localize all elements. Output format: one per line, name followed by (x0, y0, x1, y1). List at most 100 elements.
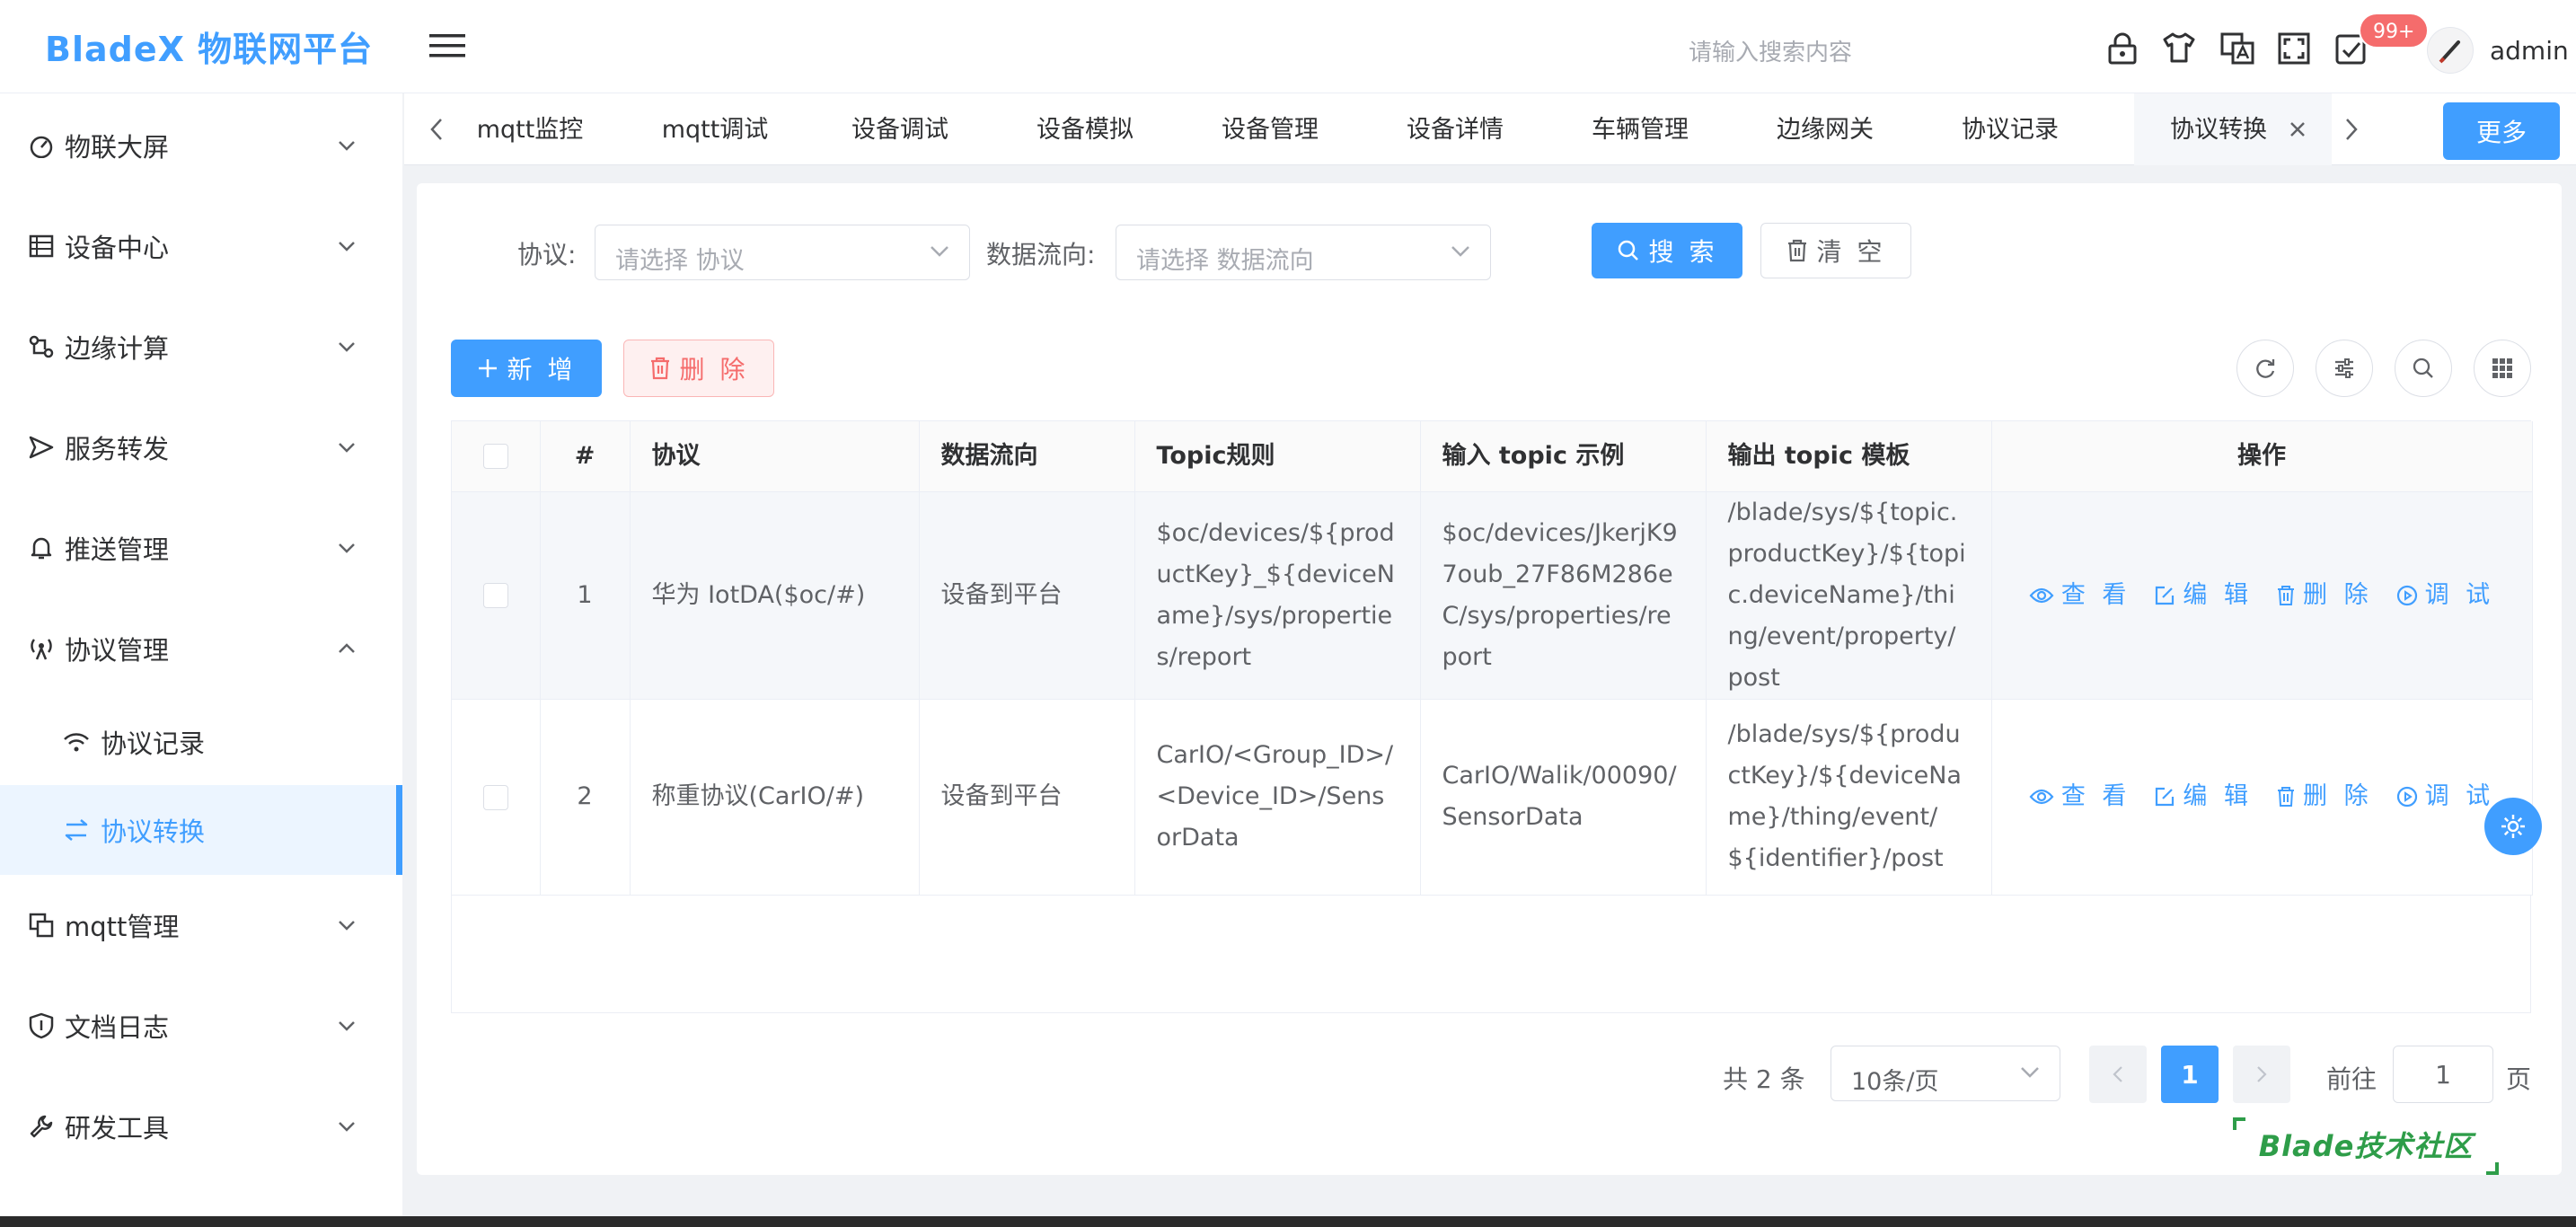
close-icon[interactable] (2289, 120, 2307, 138)
top-header: BladeX 物联网平台 请输入搜索内容 99+ admin (0, 0, 2576, 93)
sidebar-item-dashboard[interactable]: 物联大屏 (0, 101, 402, 190)
search-icon (1617, 239, 1640, 262)
tab-mqtt-monitor[interactable]: mqtt监控 (456, 93, 604, 165)
column-header: Topic规则 (1134, 421, 1421, 492)
sidebar-item-protocol-transform[interactable]: 协议转换 (0, 785, 402, 875)
page-number-button[interactable]: 1 (2161, 1046, 2219, 1103)
watermark-corner (2233, 1117, 2245, 1130)
select-all-checkbox[interactable] (482, 444, 508, 470)
next-page-button[interactable] (2233, 1046, 2290, 1103)
tab-device-simulate[interactable]: 设备模拟 (1011, 93, 1159, 165)
tab-device-management[interactable]: 设备管理 (1196, 93, 1344, 165)
sidebar-item-service-forward[interactable]: 服务转发 (0, 402, 402, 492)
chevron-down-icon (338, 341, 356, 352)
row-checkbox[interactable] (482, 583, 508, 608)
delete-button[interactable]: 删 除 (2276, 575, 2373, 616)
tab-protocol-records[interactable]: 协议记录 (1936, 93, 2084, 165)
tab-edge-gateway[interactable]: 边缘网关 (1751, 93, 1899, 165)
goto-page-input[interactable] (2393, 1046, 2493, 1103)
chevron-down-icon (338, 920, 356, 931)
refresh-icon (2254, 357, 2277, 380)
select-all-cell (452, 421, 541, 492)
debug-button[interactable]: 调 试 (2396, 776, 2495, 817)
edge-compute-icon (29, 334, 54, 359)
edit-button[interactable]: 编 辑 (2154, 575, 2253, 616)
column-settings-button[interactable] (2316, 340, 2373, 397)
grid-icon (2492, 358, 2513, 379)
notification-badge: 99+ (2359, 13, 2430, 49)
tab-device-debug[interactable]: 设备调试 (826, 93, 974, 165)
trash-icon (2276, 786, 2296, 808)
tab-mqtt-debug[interactable]: mqtt调试 (641, 93, 789, 165)
column-header: 输入 topic 示例 (1420, 421, 1707, 492)
sidebar-item-device-center[interactable]: 设备中心 (0, 201, 402, 291)
add-button[interactable]: 新 增 (451, 340, 602, 397)
mqtt-icon (29, 913, 54, 938)
tab-device-detail[interactable]: 设备详情 (1381, 93, 1529, 165)
lock-icon[interactable] (2107, 32, 2138, 65)
search-button[interactable]: 搜 索 (1592, 223, 1742, 278)
fullscreen-icon[interactable] (2278, 32, 2310, 65)
edit-button[interactable]: 编 辑 (2154, 776, 2253, 817)
clear-button[interactable]: 清 空 (1760, 223, 1911, 278)
row-checkbox[interactable] (482, 784, 508, 810)
protocol-select[interactable]: 请选择 协议 (595, 225, 970, 280)
flow-select-placeholder: 请选择 数据流向 (1136, 247, 1314, 275)
chevron-down-icon (338, 241, 356, 252)
page-size-select[interactable]: 10条/页 (1831, 1046, 2060, 1101)
sidebar-item-dev-tools[interactable]: 研发工具 (0, 1081, 402, 1171)
tab-vehicle-management[interactable]: 车辆管理 (1566, 93, 1714, 165)
grid-view-button[interactable] (2474, 340, 2531, 397)
tabs-scroll-right-icon[interactable] (2344, 117, 2359, 142)
chevron-up-icon (338, 643, 356, 654)
row-select-cell (452, 491, 541, 700)
protocol-table: # 协议 数据流向 Topic规则 输入 topic 示例 输出 topic 模… (451, 420, 2533, 1013)
sidebar-item-doc-logs[interactable]: 文档日志 (0, 981, 402, 1071)
tabs-scroll-left-icon[interactable] (429, 117, 444, 142)
sidebar-item-protocol-management[interactable]: 协议管理 (0, 604, 402, 693)
username[interactable]: admin (2490, 36, 2569, 66)
protocol-select-placeholder: 请选择 协议 (615, 247, 745, 275)
global-search-input[interactable]: 请输入搜索内容 (1689, 34, 1904, 67)
protocol-cell: 称重协议(CarIO/#) (630, 699, 920, 896)
trash-icon (1786, 239, 1808, 262)
chevron-left-icon (2113, 1065, 2123, 1083)
bell-icon (29, 535, 54, 561)
output-template-cell: /blade/sys/${productKey}/${deviceName}/t… (1706, 699, 1992, 896)
flow-cell: 设备到平台 (919, 491, 1135, 700)
forward-icon (29, 435, 54, 460)
flow-select[interactable]: 请选择 数据流向 (1116, 225, 1491, 280)
actions-cell: 查 看 编 辑 删 除 调 试 (1991, 699, 2533, 896)
prev-page-button[interactable] (2089, 1046, 2147, 1103)
language-icon[interactable] (2220, 32, 2254, 65)
sidebar-item-protocol-records[interactable]: 协议记录 (0, 697, 402, 787)
search-icon (2412, 357, 2435, 380)
view-button[interactable]: 查 看 (2029, 776, 2131, 817)
view-button[interactable]: 查 看 (2029, 575, 2131, 616)
brand-logo[interactable]: BladeX 物联网平台 (45, 22, 373, 71)
menu-toggle-icon[interactable] (429, 32, 465, 59)
debug-button[interactable]: 调 试 (2396, 575, 2495, 616)
output-template-cell: /blade/sys/${topic.productKey}/${topic.d… (1706, 491, 1992, 700)
chevron-down-icon (338, 543, 356, 553)
taskbar-strip (0, 1216, 2576, 1227)
column-header: 协议 (630, 421, 920, 492)
transfer-icon (63, 817, 90, 843)
flow-cell: 设备到平台 (919, 699, 1135, 896)
input-example-cell: $oc/devices/JkerjK97oub_27F86M286eC/sys/… (1420, 491, 1707, 700)
row-select-cell (452, 699, 541, 896)
wrench-icon (29, 1114, 54, 1139)
sidebar-item-push-management[interactable]: 推送管理 (0, 503, 402, 593)
delete-button[interactable]: 删 除 (2276, 776, 2373, 817)
main-card: 协议: 请选择 协议 数据流向: 请选择 数据流向 搜 索 清 空 新 增 删 … (417, 183, 2562, 1175)
toggle-search-button[interactable] (2395, 340, 2452, 397)
batch-delete-button[interactable]: 删 除 (623, 340, 774, 397)
more-tabs-button[interactable]: 更多 (2443, 102, 2560, 160)
avatar[interactable] (2427, 27, 2474, 74)
sidebar-item-edge-compute[interactable]: 边缘计算 (0, 302, 402, 392)
sidebar-item-mqtt-management[interactable]: mqtt管理 (0, 880, 402, 970)
refresh-button[interactable] (2236, 340, 2294, 397)
theme-shirt-icon[interactable] (2163, 32, 2195, 63)
plus-icon (477, 358, 498, 379)
settings-float-button[interactable] (2484, 798, 2542, 855)
